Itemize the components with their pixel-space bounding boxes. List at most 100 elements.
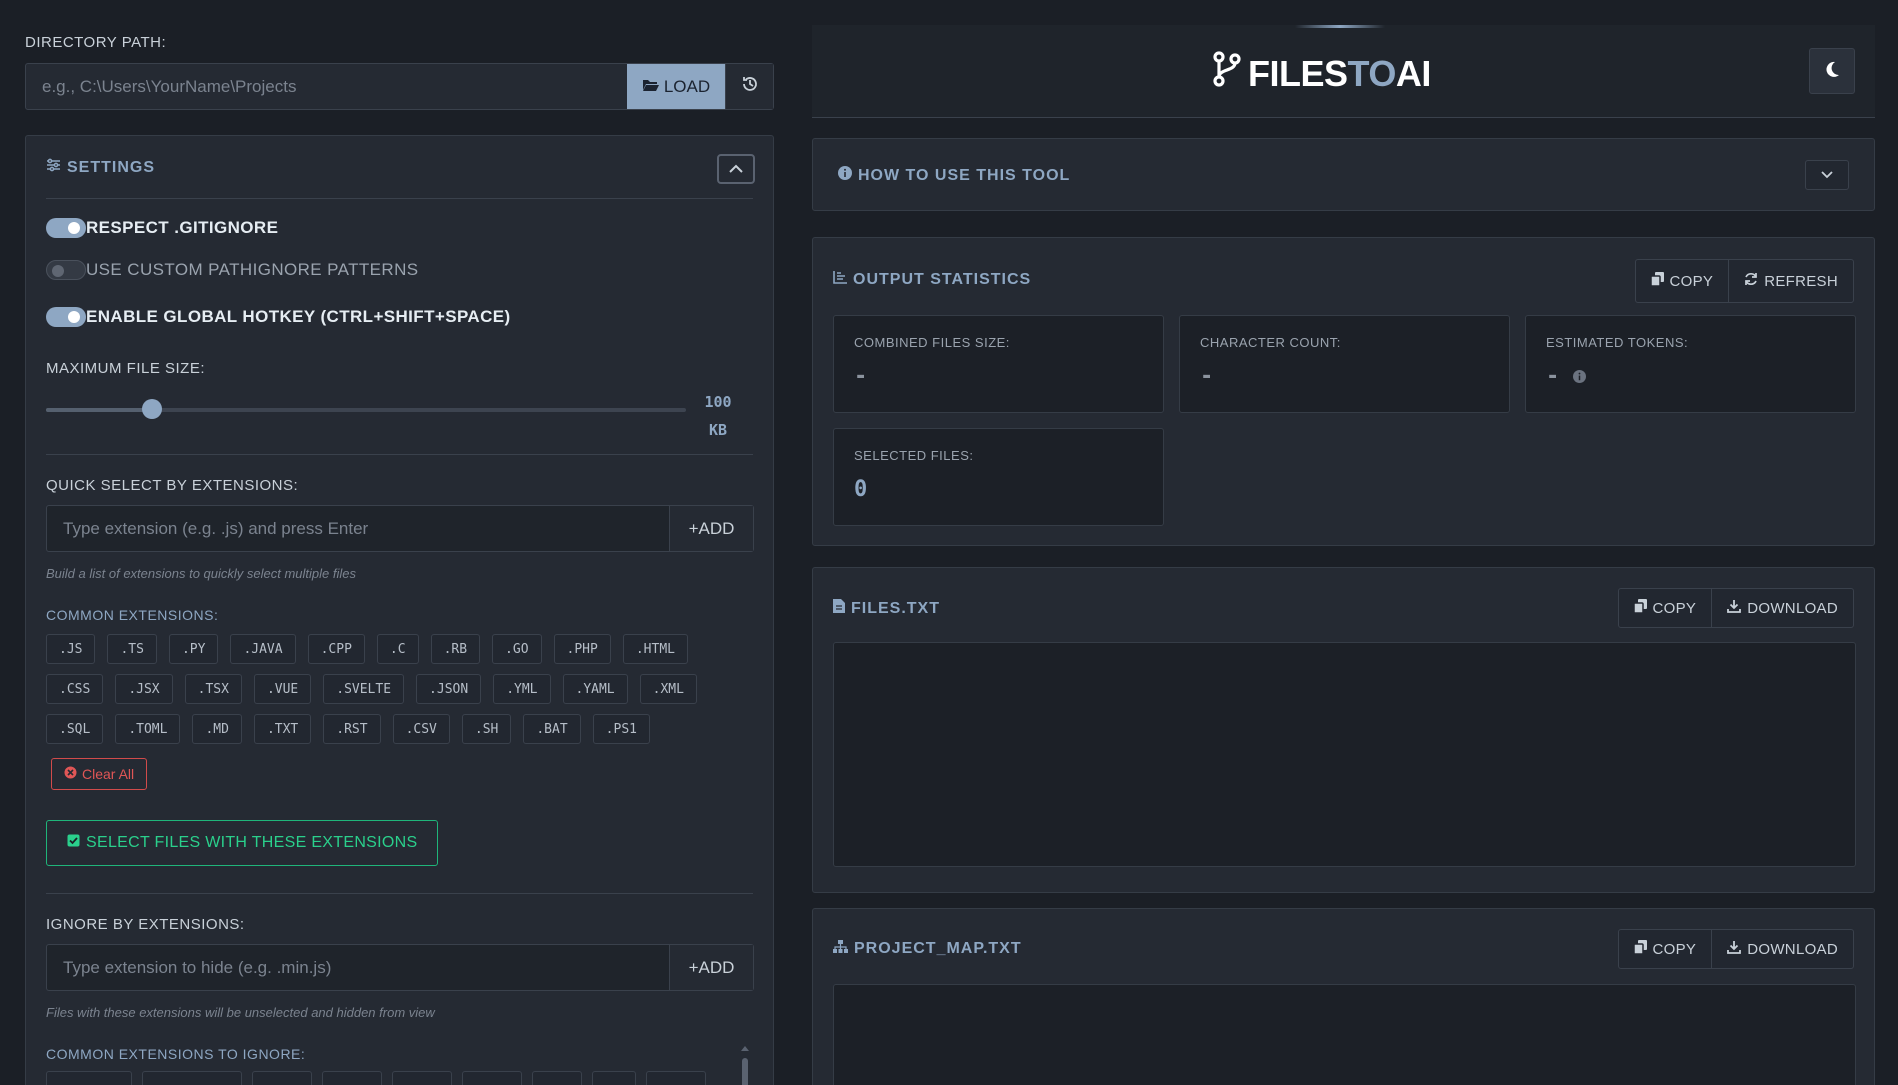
extension-chip[interactable]: .CSS — [46, 674, 104, 704]
extension-chip[interactable]: .SQL — [46, 714, 104, 744]
copy-icon — [1632, 599, 1647, 617]
extension-chip[interactable]: .JSX — [115, 674, 173, 704]
project-map-button-group: COPY DOWNLOAD — [1617, 929, 1854, 969]
git-branch-icon — [1212, 51, 1242, 96]
ignore-chip[interactable] — [46, 1071, 132, 1085]
extension-chip[interactable]: .PS1 — [592, 714, 650, 744]
extension-chip[interactable]: .TXT — [253, 714, 312, 744]
ignore-chip[interactable] — [322, 1071, 382, 1085]
select-files-button[interactable]: SELECT FILES WITH THESE EXTENSIONS — [46, 820, 439, 866]
ignore-chip[interactable] — [532, 1071, 582, 1085]
toggle-respect-gitignore[interactable]: RESPECT .GITIGNORE — [46, 218, 278, 238]
scrollbar-thumb[interactable] — [742, 1058, 748, 1085]
how-to-panel[interactable]: HOW TO USE THIS TOOL — [812, 138, 1875, 211]
toggle-label: ENABLE GLOBAL HOTKEY (CTRL+SHIFT+SPACE) — [86, 307, 511, 326]
extension-chip[interactable]: .BAT — [523, 714, 581, 744]
ignore-hint: Files with these extensions will be unse… — [46, 1005, 435, 1020]
toggle-switch[interactable] — [46, 260, 86, 280]
extension-chip[interactable]: .RST — [323, 714, 381, 744]
moon-icon — [1823, 60, 1841, 83]
scrollbar-up-arrow[interactable] — [741, 1046, 749, 1051]
info-circle-icon[interactable] — [1573, 364, 1587, 389]
settings-collapse-button[interactable] — [717, 154, 755, 184]
copy-label: COPY — [1652, 940, 1697, 958]
clear-all-button[interactable]: Clear All — [51, 758, 148, 790]
extension-chip[interactable]: .XML — [639, 674, 697, 704]
download-label: DOWNLOAD — [1747, 940, 1838, 958]
extension-chip[interactable]: .JAVA — [230, 634, 296, 664]
extension-chip[interactable]: .TOML — [115, 714, 181, 744]
toggle-label: USE CUSTOM PATHIGNORE PATTERNS — [86, 260, 419, 279]
stats-copy-button[interactable]: COPY — [1636, 260, 1729, 302]
extension-chip[interactable]: .VUE — [253, 674, 312, 704]
extension-chip[interactable]: .JS — [46, 634, 96, 664]
extension-chip[interactable]: .YML — [493, 674, 551, 704]
history-button[interactable] — [725, 64, 773, 109]
clear-all-label: Clear All — [82, 766, 135, 782]
files-txt-copy-button[interactable]: COPY — [1619, 589, 1712, 627]
toggle-global-hotkey[interactable]: ENABLE GLOBAL HOTKEY (CTRL+SHIFT+SPACE) — [46, 307, 511, 327]
settings-header: SETTINGS — [46, 158, 155, 177]
quick-select-input[interactable] — [47, 506, 669, 551]
max-file-size-label: MAXIMUM FILE SIZE: — [46, 360, 206, 377]
files-txt-title: FILES.TXT — [851, 599, 940, 617]
ignore-chip[interactable] — [142, 1071, 242, 1085]
extension-chip[interactable]: .GO — [492, 634, 542, 664]
extension-chip[interactable]: .MD — [192, 714, 242, 744]
slider-value-number: 100 — [704, 393, 732, 411]
ignore-add-button[interactable]: + ADD — [669, 945, 753, 990]
copy-label: COPY — [1652, 599, 1697, 617]
extension-chip[interactable]: .TSX — [184, 674, 242, 704]
max-file-size-slider[interactable] — [46, 399, 686, 419]
common-extensions-label: COMMON EXTENSIONS: — [46, 607, 219, 623]
ignore-chip[interactable] — [462, 1071, 522, 1085]
toggle-switch[interactable] — [46, 307, 86, 327]
how-to-expand-button[interactable] — [1805, 160, 1849, 190]
ignore-chip[interactable] — [646, 1071, 706, 1085]
load-button[interactable]: LOAD — [627, 64, 725, 109]
extension-chip[interactable]: .HTML — [622, 634, 688, 664]
extension-chip[interactable]: .JSON — [416, 674, 482, 704]
project-map-download-button[interactable]: DOWNLOAD — [1711, 930, 1853, 968]
copy-icon — [1649, 272, 1664, 290]
ignore-chip[interactable] — [592, 1071, 636, 1085]
extension-chip[interactable]: .PY — [168, 634, 219, 664]
download-icon — [1727, 599, 1742, 617]
folder-open-icon — [642, 77, 660, 97]
toggle-switch[interactable] — [46, 218, 86, 238]
quick-select-add-button[interactable]: + ADD — [669, 506, 753, 551]
settings-title: SETTINGS — [67, 158, 156, 176]
extension-chip[interactable]: .PHP — [553, 634, 611, 664]
toggle-custom-pathignore[interactable]: USE CUSTOM PATHIGNORE PATTERNS — [46, 260, 419, 280]
ignore-chip[interactable] — [252, 1071, 312, 1085]
stat-label: ESTIMATED TOKENS: — [1546, 335, 1689, 350]
stat-character-count: CHARACTER COUNT: - — [1179, 315, 1510, 413]
divider — [46, 893, 753, 894]
header-glow — [1295, 25, 1385, 28]
ignore-chip[interactable] — [392, 1071, 452, 1085]
slider-thumb[interactable] — [141, 399, 162, 419]
stat-value-wrap: - — [1546, 364, 1587, 389]
download-label: DOWNLOAD — [1747, 599, 1838, 617]
extension-chip[interactable]: .SVELTE — [323, 674, 405, 704]
extension-chip[interactable]: .CPP — [307, 634, 365, 664]
directory-path-label: DIRECTORY PATH: — [25, 34, 167, 51]
extension-chip[interactable]: .SH — [461, 714, 512, 744]
files-txt-output[interactable] — [833, 642, 1856, 867]
extension-chip[interactable]: .CSV — [392, 714, 450, 744]
project-map-copy-button[interactable]: COPY — [1619, 930, 1712, 968]
max-file-size-value: 100 KB — [702, 388, 734, 444]
stat-label: COMBINED FILES SIZE: — [854, 335, 1010, 350]
extension-chip[interactable]: .C — [376, 634, 419, 664]
extension-chip[interactable]: .RB — [430, 634, 481, 664]
extension-chip[interactable]: .TS — [107, 634, 157, 664]
files-txt-download-button[interactable]: DOWNLOAD — [1711, 589, 1853, 627]
theme-toggle-button[interactable] — [1809, 48, 1855, 94]
directory-path-input[interactable] — [26, 64, 627, 109]
stat-label: CHARACTER COUNT: — [1200, 335, 1341, 350]
project-map-output[interactable] — [833, 984, 1856, 1085]
stats-refresh-button[interactable]: REFRESH — [1728, 260, 1853, 302]
stats-button-group: COPY REFRESH — [1634, 259, 1854, 303]
ignore-extension-input[interactable] — [47, 945, 669, 990]
extension-chip[interactable]: .YAML — [562, 674, 628, 704]
